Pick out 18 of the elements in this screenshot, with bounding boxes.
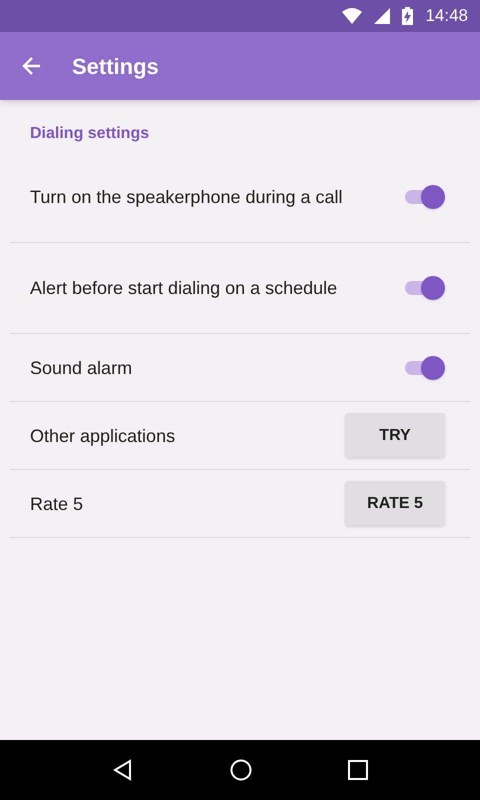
setting-label: Turn on the speakerphone during a call <box>30 186 343 209</box>
action-button[interactable]: TRY <box>345 413 445 458</box>
section-heading: Dialing settings <box>29 124 150 144</box>
battery-charging-icon <box>402 7 414 25</box>
recents-icon[interactable] <box>347 759 369 781</box>
status-time: 14:48 <box>425 5 468 28</box>
toggle-switch[interactable] <box>403 276 445 300</box>
setting-label: Rate 5 <box>30 492 84 516</box>
setting-label: Alert before start dialing on a schedule <box>30 277 338 300</box>
toggle-switch[interactable] <box>403 356 445 380</box>
action-button[interactable]: RATE 5 <box>345 481 445 526</box>
signal-icon <box>374 8 390 24</box>
wifi-icon <box>342 8 362 24</box>
home-icon[interactable] <box>229 758 253 782</box>
setting-label: Sound alarm <box>30 356 132 380</box>
screen-title: Settings <box>72 52 159 81</box>
toggle-switch[interactable] <box>403 185 445 209</box>
setting-label: Other applications <box>30 424 176 448</box>
